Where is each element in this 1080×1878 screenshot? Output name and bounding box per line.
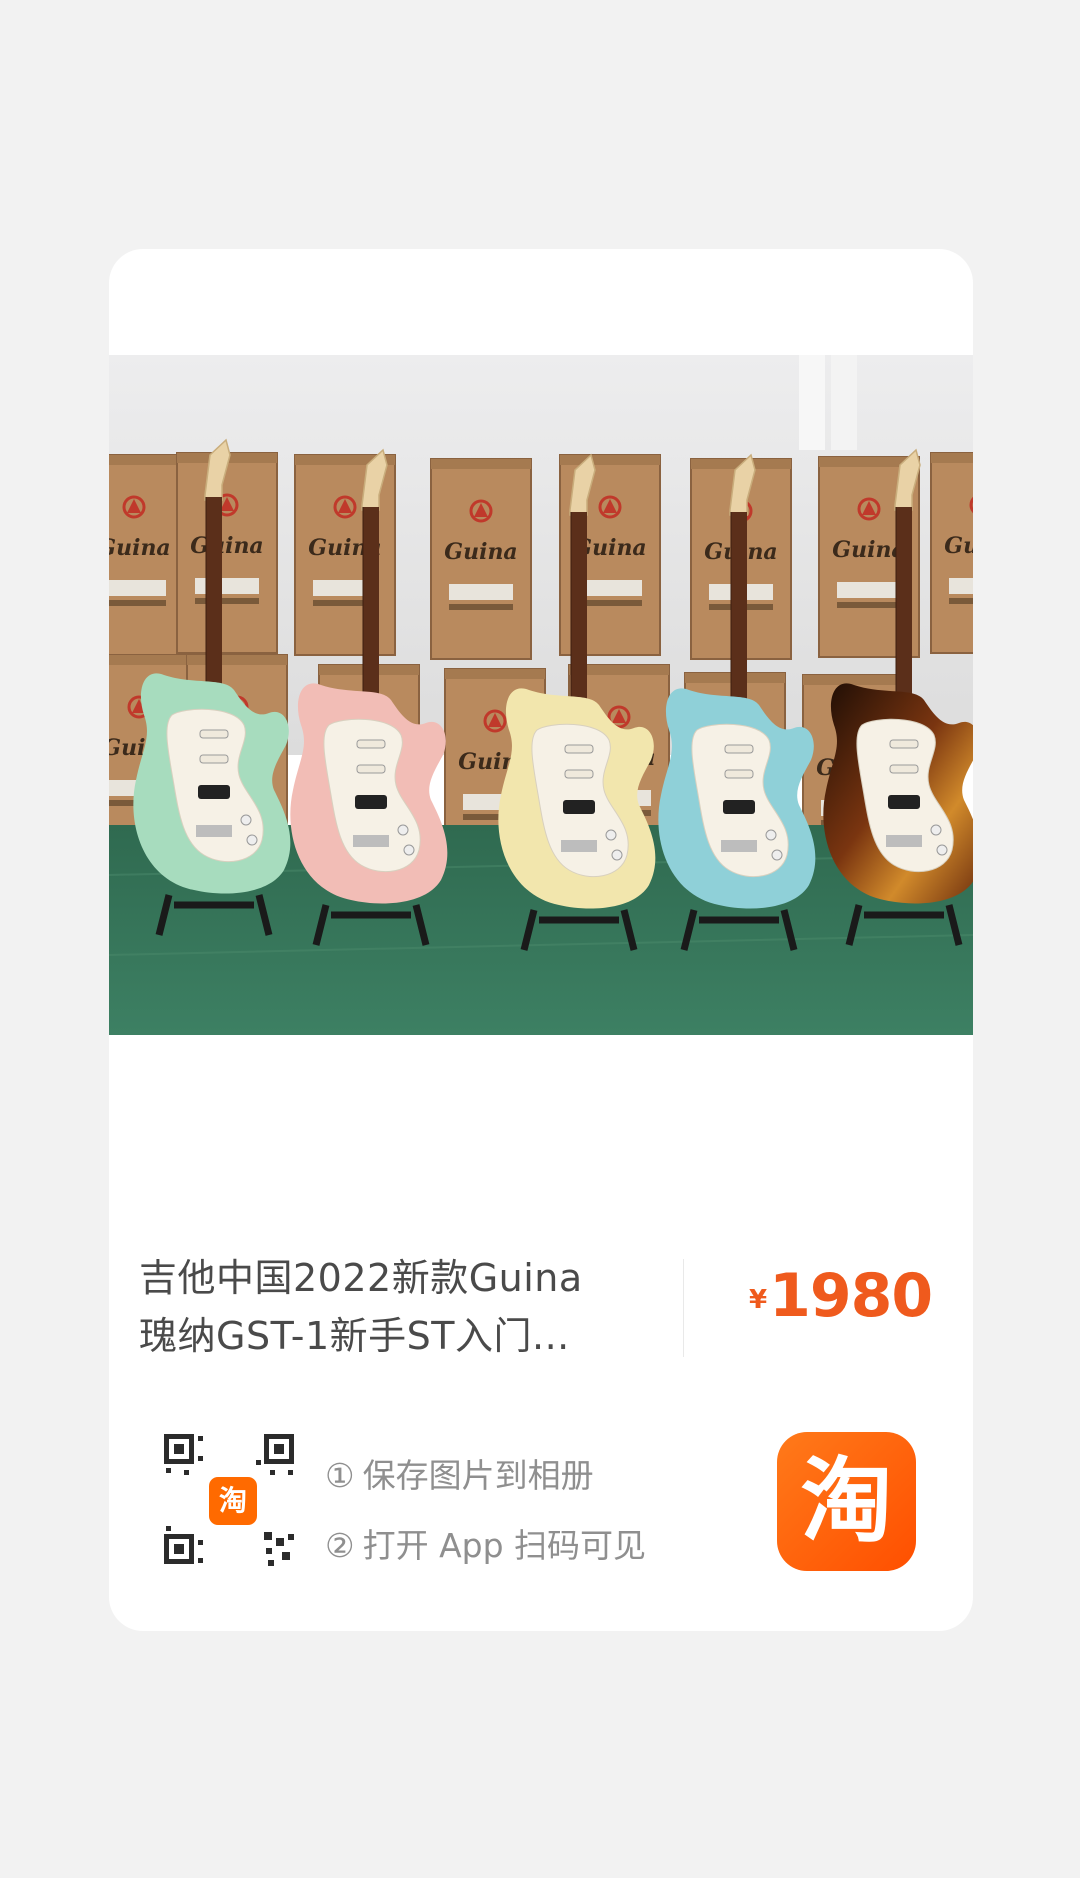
step-open-number: ② xyxy=(325,1526,355,1565)
currency-symbol: ¥ xyxy=(749,1285,768,1315)
step-save: ① 保存图片到相册 xyxy=(325,1441,646,1511)
price-amount: 1980 xyxy=(769,1261,933,1331)
product-title[interactable]: 吉他中国2022新款Guina 瑰纳GST-1新手ST入门... xyxy=(139,1249,609,1365)
product-title-line1: 吉他中国2022新款Guina xyxy=(139,1256,583,1300)
share-card: Guina xyxy=(109,249,973,1631)
step-save-number: ① xyxy=(325,1456,355,1495)
product-price: ¥1980 xyxy=(749,1261,933,1331)
step-save-text: 保存图片到相册 xyxy=(362,1456,594,1495)
divider xyxy=(683,1259,684,1357)
step-open-app: ② 打开 App 扫码可见 xyxy=(325,1511,646,1581)
share-instructions: ① 保存图片到相册 ② 打开 App 扫码可见 xyxy=(325,1441,646,1581)
product-title-line2: 瑰纳GST-1新手ST入门... xyxy=(139,1314,570,1358)
qr-center-badge-label: 淘 xyxy=(218,1484,247,1517)
taobao-app-icon-label: 淘 xyxy=(800,1448,893,1555)
step-open-text: 打开 App 扫码可见 xyxy=(362,1526,647,1565)
product-photo: Guina xyxy=(109,355,973,1035)
